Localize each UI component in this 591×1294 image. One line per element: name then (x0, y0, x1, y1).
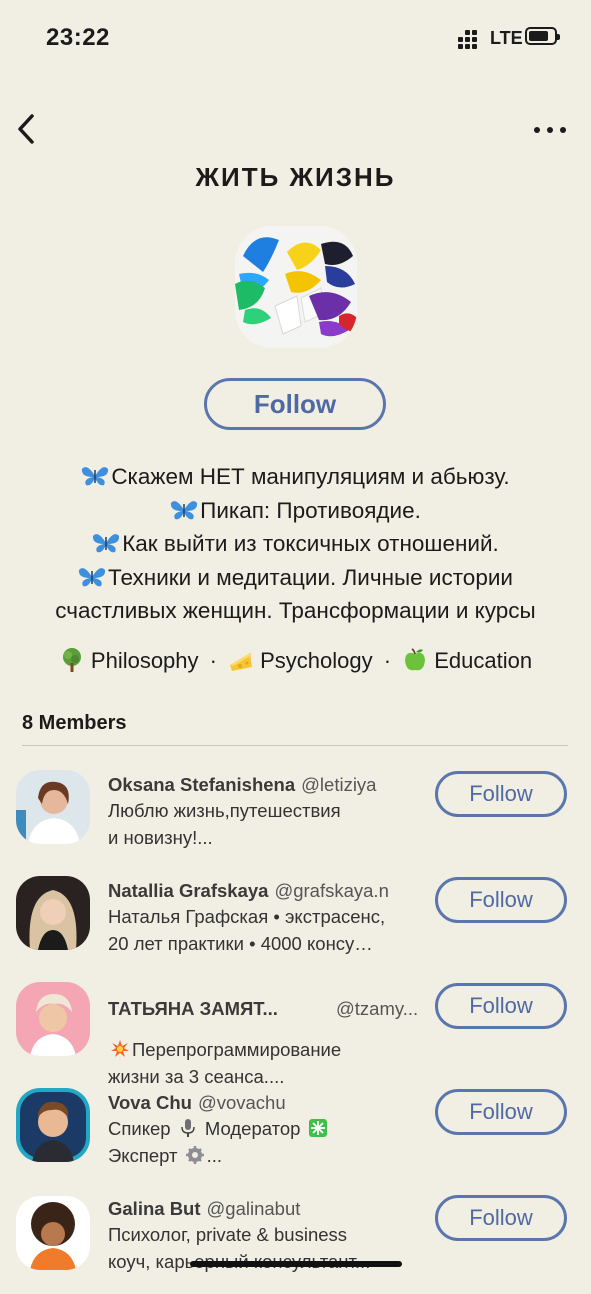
chevron-left-icon (18, 114, 34, 144)
members-count: 8 Members (22, 712, 127, 734)
avatar (16, 1088, 90, 1162)
club-avatar (235, 226, 357, 348)
status-bar: 23:22 LTE (0, 0, 591, 70)
member-bio: Люблю жизнь,путешествия и новизну!... (108, 800, 341, 848)
topic-separator: · (209, 648, 217, 673)
member-bio: Спикер Модератор Эксперт ... (108, 1116, 330, 1169)
member-bio: Наталья Графская • экстрасенс, 20 лет пр… (108, 906, 386, 954)
follow-member-button[interactable]: Follow (435, 1089, 567, 1135)
topic-separator: · (383, 648, 392, 673)
description-line: Как выйти из токсичных отношений. (0, 527, 591, 561)
microphone-icon (180, 1119, 195, 1137)
member-row[interactable]: Natallia Grafskaya @grafskaya.n Наталья Г… (0, 876, 591, 976)
green-apple-icon (405, 648, 426, 671)
follow-club-button[interactable]: Follow (204, 378, 386, 430)
network-label: LTE (490, 28, 523, 48)
member-name: ТАТЬЯНА ЗАМЯТ... (108, 998, 278, 1019)
avatar (16, 1196, 90, 1270)
member-handle: @grafskaya.n (274, 880, 389, 901)
cheese-icon (230, 653, 253, 671)
follow-member-button[interactable]: Follow (435, 877, 567, 923)
butterfly-icon (93, 534, 120, 553)
follow-member-button[interactable]: Follow (435, 771, 567, 817)
description-line: Пикап: Противоядие. (0, 494, 591, 528)
more-options-button[interactable] (530, 116, 570, 144)
topic-psychology[interactable]: Psychology (228, 648, 379, 673)
battery-icon (525, 27, 560, 45)
member-bio: Психолог, private & business коуч, карье… (108, 1224, 370, 1272)
member-row[interactable]: Oksana Stefanishena @letiziya Люблю жизнь… (0, 770, 591, 870)
club-title: ЖИТЬ ЖИЗНЬ (195, 162, 396, 192)
member-name: Galina But @galinabut (108, 1198, 301, 1219)
sparkle-icon (308, 1119, 327, 1137)
back-button[interactable] (8, 108, 48, 150)
member-handle: @tzamy... (336, 998, 419, 1019)
member-bio: Перепрограммирование жизни за 3 сеанса..… (108, 1039, 342, 1087)
description-line: Скажем НЕТ манипуляциям и абьюзу. (0, 460, 591, 494)
topic-education[interactable]: Education (402, 648, 532, 673)
member-handle: @galinabut (206, 1198, 301, 1219)
collision-icon (111, 1040, 129, 1057)
avatar (16, 770, 90, 844)
divider (22, 745, 568, 746)
member-row[interactable]: Galina But @galinabut Психолог, private &… (0, 1194, 591, 1294)
avatar (16, 876, 90, 950)
member-handle: @vovachu (197, 1092, 286, 1113)
avatar (16, 982, 90, 1056)
club-description: Скажем НЕТ манипуляциям и абьюзу. Пикап:… (0, 460, 591, 628)
member-row[interactable]: Vova Chu @vovachu Спикер Модератор Экспер… (0, 1088, 591, 1188)
follow-member-button[interactable]: Follow (435, 983, 567, 1029)
club-topics: Philosophy · Psychology · Education (0, 647, 591, 674)
member-name: Natallia Grafskaya @grafskaya.n (108, 880, 389, 901)
member-name: Oksana Stefanishena @letiziya (108, 774, 377, 795)
member-row[interactable]: ТАТЬЯНА ЗАМЯТ... @tzamy... Перепрограмми… (0, 982, 591, 1087)
home-indicator[interactable] (190, 1261, 402, 1267)
butterflies-image (235, 226, 357, 348)
description-line: счастливых женщин. Трансформации и курсы (55, 598, 536, 623)
description-line: Техники и медитации. Личные истории (0, 561, 591, 595)
gear-icon (185, 1145, 204, 1164)
butterfly-icon (82, 467, 109, 486)
topic-philosophy[interactable]: Philosophy (59, 648, 205, 673)
butterfly-icon (171, 500, 198, 519)
butterfly-icon (78, 567, 106, 586)
member-handle: @letiziya (301, 774, 377, 795)
follow-member-button[interactable]: Follow (435, 1195, 567, 1241)
member-name: Vova Chu @vovachu (108, 1092, 286, 1113)
status-time: 23:22 (46, 24, 110, 51)
signal-icon (458, 30, 484, 49)
tree-icon (62, 648, 81, 672)
